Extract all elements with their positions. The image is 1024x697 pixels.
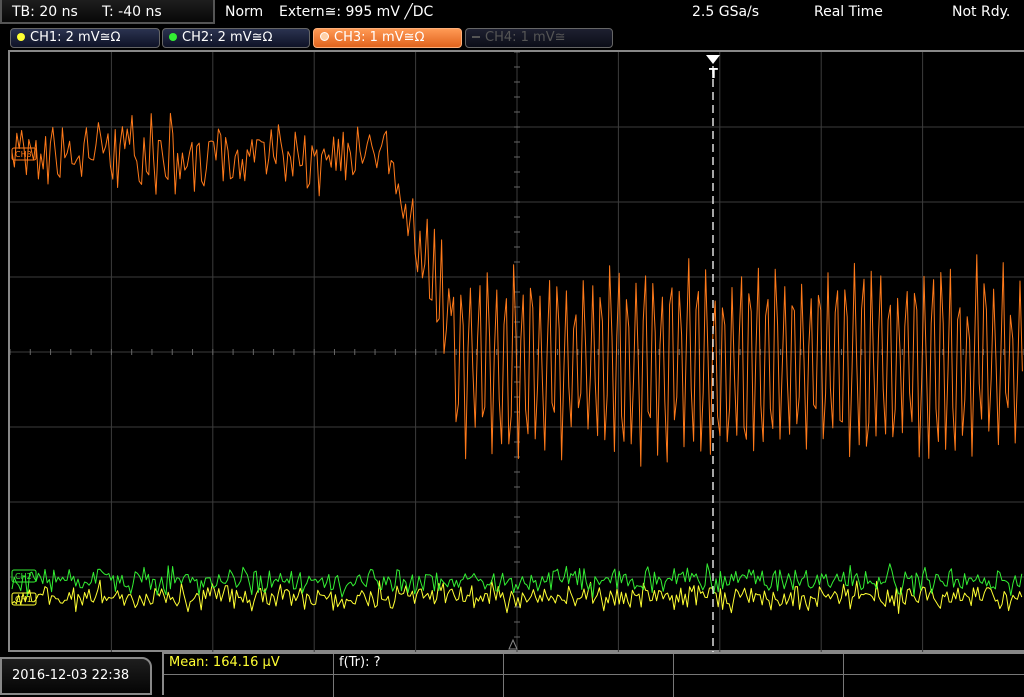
acquisition-type-label[interactable]: Real Time <box>814 0 883 24</box>
ch2-marker-label: CH2 <box>15 572 32 581</box>
trigger-position-icon[interactable] <box>706 55 720 64</box>
ch1-marker-label: CH1 <box>15 595 32 604</box>
channel-tab-ch4[interactable]: CH4: 1 mV≅ <box>465 28 613 48</box>
channel-tab-ch1[interactable]: CH1: 2 mV≅Ω <box>10 28 160 48</box>
trigger-state-label: Not Rdy. <box>952 4 1011 20</box>
trigger-time-label[interactable]: T: -40 ns <box>102 0 162 24</box>
trigger-panel[interactable]: Norm Extern≅: 995 mV ╱DC 2.5 GSa/s Real … <box>215 0 1024 24</box>
ch2-ground-marker[interactable]: CH2 <box>11 569 37 583</box>
channel-label: CH4: 1 mV≅ <box>485 30 566 45</box>
date-time-label: 2016-12-03 22:38 <box>12 668 130 683</box>
ch4-off-icon <box>472 36 480 38</box>
measurement-mean: Mean: 164.16 µV <box>169 655 280 670</box>
acquisition-mode-label[interactable]: Norm <box>225 0 263 24</box>
measurement-cell-empty[interactable] <box>164 675 334 697</box>
waveform-canvas[interactable]: T CH3 CH2 CH1 <box>10 52 1024 652</box>
channel-tab-ch3[interactable]: CH3: 1 mV≅Ω <box>313 28 462 48</box>
measurement-cell-empty[interactable] <box>674 675 844 697</box>
ch1-indicator-icon <box>17 33 25 41</box>
channel-label: CH1: 2 mV≅Ω <box>30 30 121 45</box>
measurement-cell-empty[interactable] <box>334 675 504 697</box>
measurement-cell-empty[interactable] <box>674 654 844 675</box>
ch1-ground-marker[interactable]: CH1 <box>11 592 37 606</box>
channel-tab-ch2[interactable]: CH2: 2 mV≅Ω <box>162 28 310 48</box>
ch3-marker-label: CH3 <box>15 150 32 159</box>
timebase-label[interactable]: TB: 20 ns <box>12 0 78 24</box>
measurement-cell-empty[interactable] <box>844 654 1024 675</box>
channel-label: CH3: 1 mV≅Ω <box>334 30 425 45</box>
sample-rate-label[interactable]: 2.5 GSa/s <box>692 0 759 24</box>
trigger-offset-icon <box>508 638 518 650</box>
measurement-cell-empty[interactable] <box>504 675 674 697</box>
ch2-indicator-icon <box>169 33 177 41</box>
date-time-display: 2016-12-03 22:38 <box>0 657 152 695</box>
measurement-cell-empty[interactable] <box>844 675 1024 697</box>
timebase-panel[interactable]: TB: 20 ns T: -40 ns <box>0 0 215 24</box>
measurement-cell-mean[interactable]: Mean: 164.16 µV <box>164 654 334 675</box>
waveform-display[interactable]: T CH3 CH2 CH1 <box>8 50 1024 652</box>
channel-bar: CH1: 2 mV≅Ω CH2: 2 mV≅Ω CH3: 1 mV≅Ω CH4:… <box>0 25 1024 49</box>
measurement-cell-empty[interactable] <box>504 654 674 675</box>
ch3-indicator-icon <box>320 32 329 41</box>
trigger-marker-label: T <box>709 67 718 82</box>
trigger-source-label[interactable]: Extern≅: 995 mV ╱DC <box>279 0 433 24</box>
graticule <box>10 52 1024 652</box>
channel-label: CH2: 2 mV≅Ω <box>182 30 273 45</box>
status-bar: TB: 20 ns T: -40 ns Norm Extern≅: 995 mV… <box>0 0 1024 25</box>
measurement-frequency: f(Tr): ? <box>339 655 381 670</box>
measurement-panel[interactable]: Mean: 164.16 µV f(Tr): ? <box>162 652 1024 697</box>
measurement-cell-ftr[interactable]: f(Tr): ? <box>334 654 504 675</box>
